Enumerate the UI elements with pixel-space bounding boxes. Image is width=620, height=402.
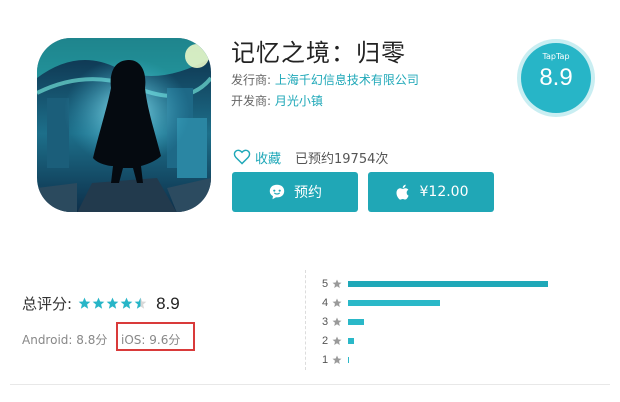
star-icon (332, 336, 342, 345)
star-icon (78, 297, 91, 309)
reserve-count: 已预约19754次 (295, 151, 389, 167)
distribution-bar (348, 318, 364, 325)
distribution-bar-track (348, 337, 578, 344)
section-divider (305, 270, 306, 370)
distribution-bar-track (348, 356, 578, 363)
favorite-row: 收藏 已预约19754次 (233, 148, 389, 167)
star-icon (120, 297, 133, 309)
distribution-bar-track (348, 280, 578, 287)
heart-icon[interactable] (233, 149, 251, 165)
android-score: Android: 8.8分 (22, 333, 108, 347)
distribution-row: 4 (322, 293, 578, 312)
app-icon[interactable] (37, 38, 211, 212)
star-icon (92, 297, 105, 309)
distribution-bar-track (348, 299, 578, 306)
publisher-line: 发行商: 上海千幻信息技术有限公司 (231, 71, 419, 88)
publisher-label: 发行商: (231, 73, 272, 87)
total-score-label: 总评分: (22, 295, 73, 313)
price-label: ¥12.00 (419, 184, 469, 200)
publisher-link[interactable]: 上海千幻信息技术有限公司 (275, 73, 419, 87)
distribution-bar (348, 280, 548, 287)
developer-link[interactable]: 月光小镇 (275, 94, 323, 108)
distribution-star-count: 5 (322, 277, 329, 290)
app-icon-artwork (37, 38, 211, 212)
badge-brand: TapTap (542, 52, 570, 61)
total-score-value: 8.9 (156, 293, 180, 313)
developer-label: 开发商: (231, 94, 272, 108)
distribution-star-count: 1 (322, 353, 329, 366)
reserve-button[interactable]: 预约 (232, 172, 358, 212)
star-icon (106, 297, 119, 309)
apple-icon (395, 184, 409, 200)
score-stars (78, 297, 148, 310)
star-icon (332, 279, 342, 288)
distribution-row: 5 (322, 274, 578, 293)
star-icon (134, 297, 147, 309)
taptap-rating-badge: TapTap 8.9 (521, 43, 591, 113)
app-title: 记忆之境：归零 (231, 39, 406, 67)
distribution-star-count: 3 (322, 315, 329, 328)
reserve-button-label: 预约 (294, 185, 322, 201)
distribution-row: 3 (322, 312, 578, 331)
star-icon (332, 317, 342, 326)
star-icon (332, 298, 342, 307)
distribution-bar (348, 337, 354, 344)
distribution-row: 2 (322, 331, 578, 350)
ios-highlight-box (116, 322, 195, 351)
distribution-bar (348, 299, 440, 306)
rating-distribution: 5 4 3 2 1 (322, 274, 578, 369)
distribution-star-count: 2 (322, 334, 329, 347)
star-icon (332, 355, 342, 364)
developer-line: 开发商: 月光小镇 (231, 92, 323, 109)
chat-bubble-icon (269, 184, 285, 200)
distribution-row: 1 (322, 350, 578, 369)
favorite-label[interactable]: 收藏 (255, 148, 281, 167)
buy-price-button[interactable]: ¥12.00 (368, 172, 494, 212)
badge-score: 8.9 (539, 64, 573, 91)
total-score-row: 总评分: 8.9 (22, 293, 180, 314)
distribution-bar-track (348, 318, 578, 325)
distribution-star-count: 4 (322, 296, 329, 309)
bottom-divider (10, 384, 610, 385)
distribution-bar (348, 356, 349, 363)
